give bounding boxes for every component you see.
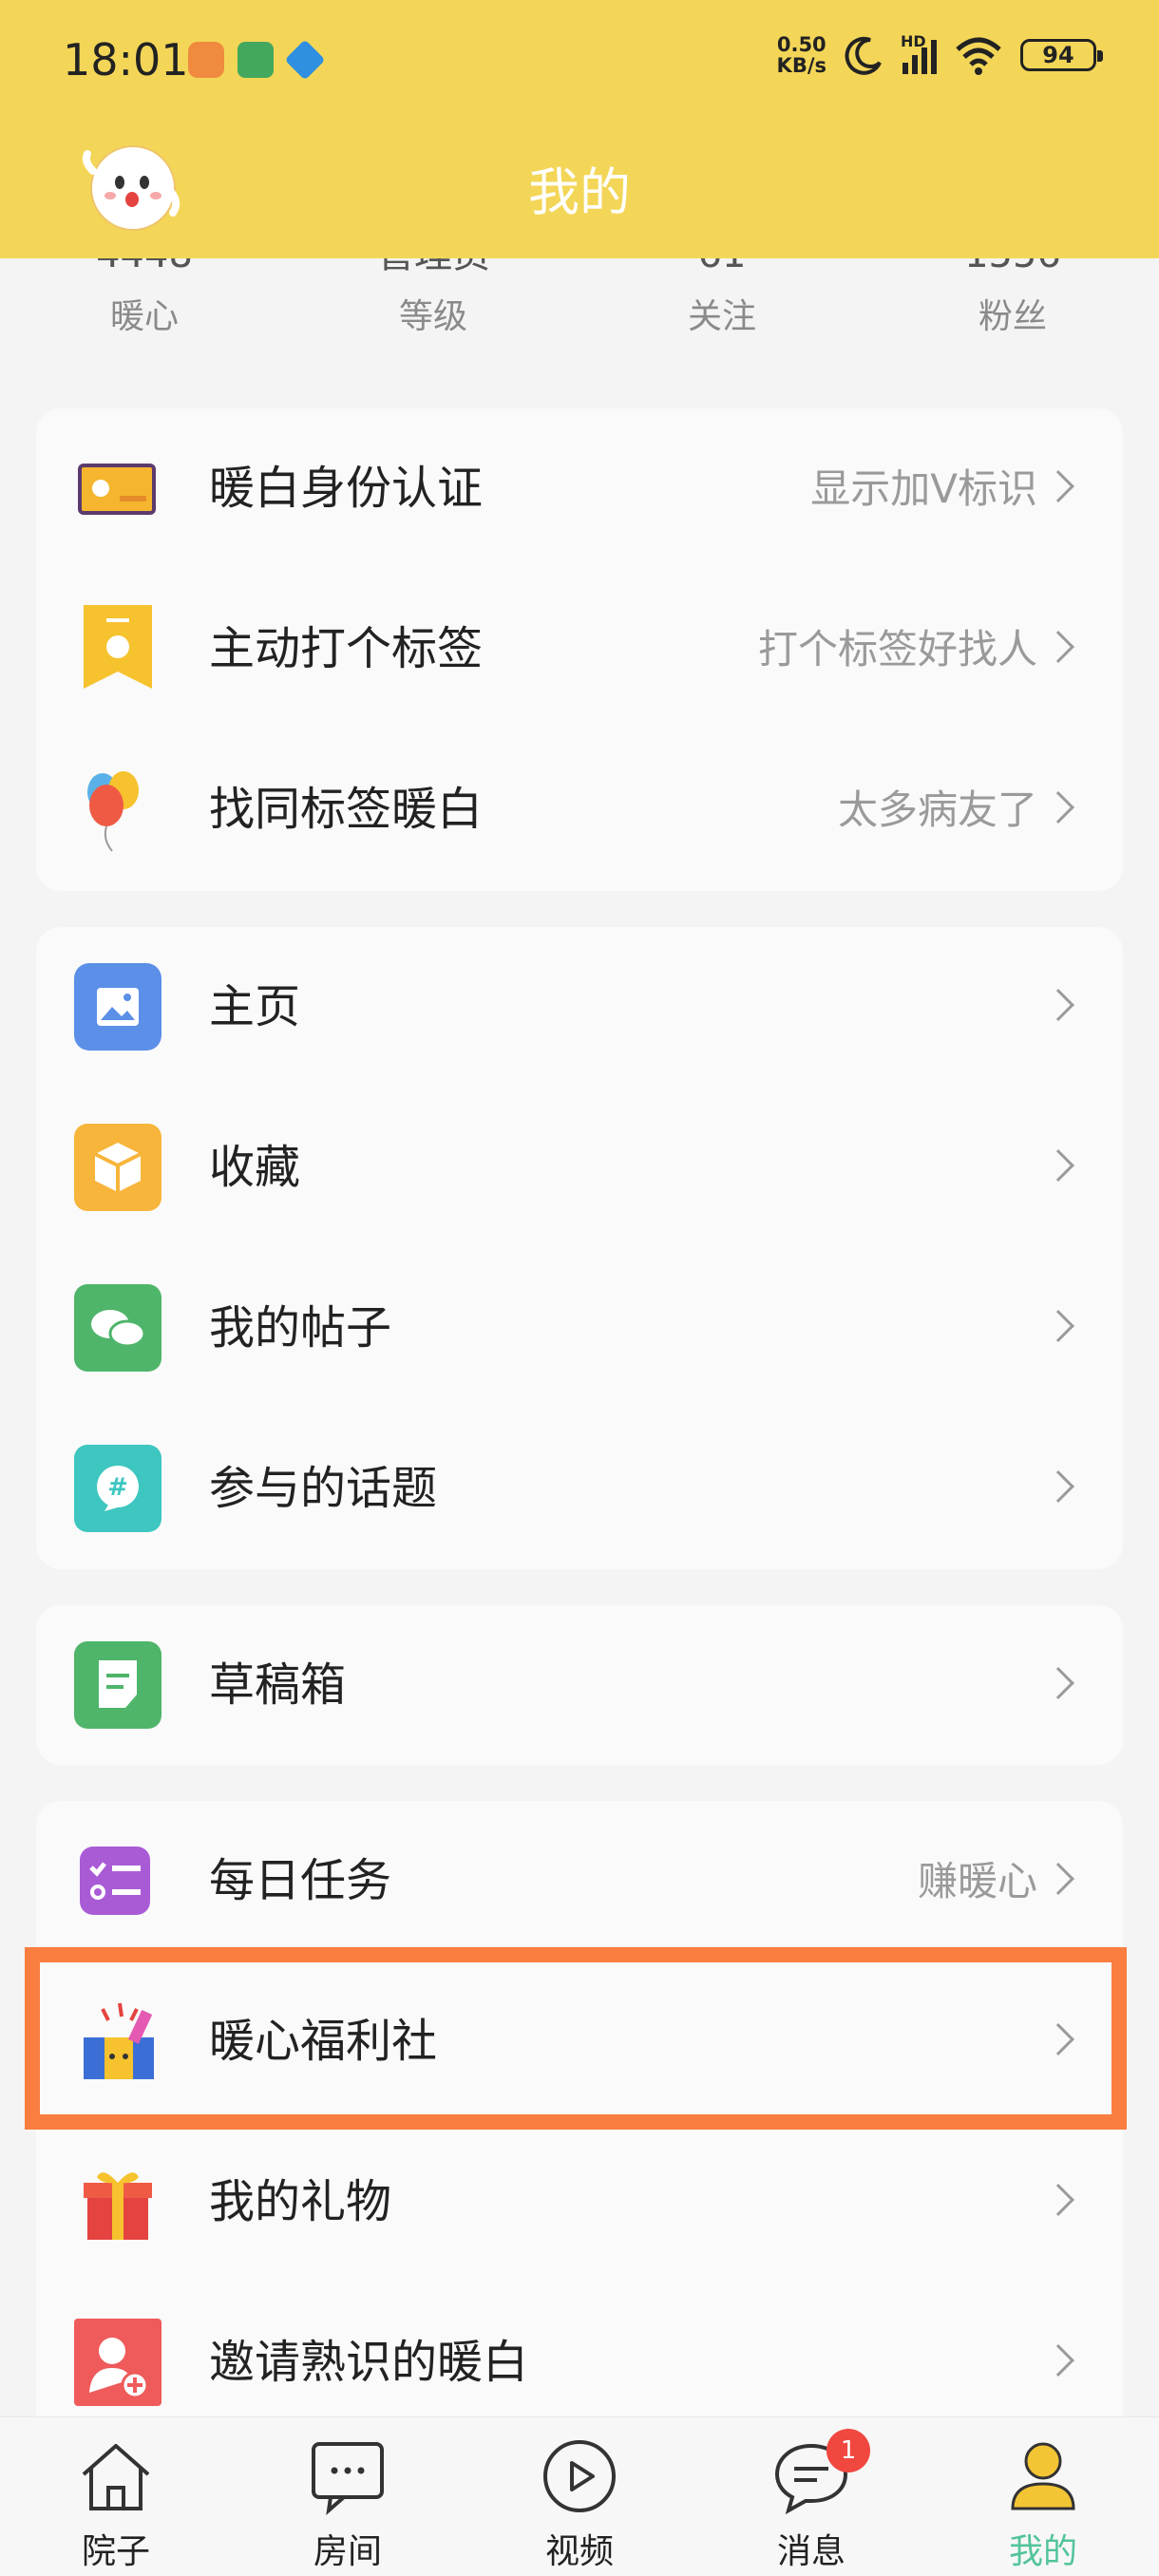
content-card: 主页 收藏 我的帖子 # 参与的话题 [36, 927, 1123, 1569]
identity-card: 暖白身份认证 显示加V标识 主动打个标签 打个标签好找人 找同标签暖白 太多病友… [36, 408, 1123, 891]
menu-item-daily-tasks[interactable]: 每日任务 赚暖心 [36, 1801, 1123, 1961]
nav-tab-messages[interactable]: 1 消息 [707, 2417, 916, 2576]
id-card-icon [78, 464, 156, 515]
stat-following[interactable]: 61 关注 [627, 245, 817, 338]
menu-item-verification[interactable]: 暖白身份认证 显示加V标识 [36, 408, 1123, 569]
nav-label: 我的 [1008, 2532, 1077, 2571]
menu-item-title: 收藏 [209, 1141, 301, 1194]
chevron-right-icon [1042, 1310, 1074, 1342]
nav-tab-yard[interactable]: 院子 [11, 2417, 220, 2576]
menu-item-welfare[interactable]: 暖心福利社 [36, 1961, 1123, 2122]
status-right: 0.50 KB/s HD 94 [777, 32, 1103, 76]
home-icon [82, 2444, 150, 2510]
stat-warmth[interactable]: 4448 暖心 [49, 245, 239, 338]
menu-item-topics[interactable]: # 参与的话题 [36, 1409, 1123, 1569]
stat-label: 粉丝 [978, 297, 1047, 336]
gift-box-icon [84, 2002, 154, 2079]
stat-level[interactable]: 管理员 等级 [338, 245, 528, 338]
chevron-right-icon [1042, 1470, 1074, 1503]
chevron-right-icon [1042, 989, 1074, 1021]
drafts-card: 草稿箱 [36, 1605, 1123, 1765]
chevron-right-icon [1042, 1667, 1074, 1699]
wifi-icon [956, 37, 1001, 75]
android-app-icon [238, 42, 274, 78]
page-title: 我的 [528, 162, 631, 222]
image-icon [74, 963, 162, 1051]
menu-item-my-posts[interactable]: 我的帖子 [36, 1248, 1123, 1409]
nav-tab-video[interactable]: 视频 [475, 2417, 684, 2576]
menu-item-title: 主动打个标签 [209, 622, 484, 675]
menu-item-find-same-tag[interactable]: 找同标签暖白 太多病友了 [36, 729, 1123, 890]
stat-label: 关注 [687, 297, 756, 336]
app-header: 18:01 0.50 KB/s HD 94 我的 [0, 0, 1159, 258]
menu-item-title: 每日任务 [209, 1854, 392, 1907]
invite-user-icon [74, 2319, 162, 2406]
nav-label: 房间 [313, 2532, 382, 2571]
menu-item-homepage[interactable]: 主页 [36, 927, 1123, 1088]
menu-item-title: 暖心福利社 [209, 2015, 438, 2068]
box-icon [74, 1124, 162, 1211]
menu-item-favorites[interactable]: 收藏 [36, 1088, 1123, 1248]
room-chat-icon [312, 2442, 384, 2516]
unread-badge: 1 [826, 2429, 870, 2472]
translate-app-icon [284, 39, 326, 81]
menu-item-drafts[interactable]: 草稿箱 [36, 1605, 1123, 1765]
menu-item-title: 暖白身份认证 [209, 462, 484, 515]
rewards-card: 每日任务 赚暖心 暖心福利社 我的礼物 邀请熟识的暖白 [36, 1801, 1123, 2447]
play-icon [543, 2440, 616, 2512]
menu-item-hint: 赚暖心 [917, 1858, 1037, 1904]
chevron-right-icon [1042, 470, 1074, 502]
chevron-right-icon [1042, 1149, 1074, 1182]
chevron-right-icon [1042, 2023, 1074, 2055]
profile-stats: 4448 暖心 管理员 等级 61 关注 1556 粉丝 [0, 245, 1159, 359]
stat-label: 等级 [398, 297, 467, 336]
tag-ribbon-icon [84, 605, 152, 689]
chevron-right-icon [1042, 2344, 1074, 2377]
nav-tab-mine[interactable]: 我的 [939, 2417, 1148, 2576]
menu-item-hint: 太多病友了 [837, 786, 1037, 833]
chevron-right-icon [1042, 791, 1074, 824]
profile-icon [1011, 2442, 1075, 2510]
chevron-right-icon [1042, 1863, 1074, 1895]
heart-app-icon [188, 42, 224, 78]
present-icon [84, 2172, 152, 2240]
notification-icons [188, 39, 326, 81]
menu-item-title: 参与的话题 [209, 1462, 438, 1515]
network-speed-unit: KB/s [776, 54, 826, 77]
nav-label: 院子 [81, 2532, 150, 2571]
nav-label: 消息 [776, 2532, 846, 2571]
signal-icon: HD [901, 32, 937, 74]
hashtag-icon: # [74, 1445, 162, 1532]
network-speed: 0.50 KB/s [777, 34, 826, 76]
menu-item-hint: 显示加V标识 [810, 465, 1037, 512]
stat-label: 暖心 [109, 297, 179, 336]
chat-bubbles-icon [74, 1284, 162, 1372]
menu-item-my-gifts[interactable]: 我的礼物 [36, 2122, 1123, 2282]
network-speed-value: 0.50 [776, 33, 826, 56]
moon-icon [845, 36, 882, 75]
status-time: 18:01 [63, 34, 189, 85]
bottom-nav: 院子 房间 视频 1 消息 我的 [0, 2416, 1159, 2576]
menu-item-title: 我的帖子 [209, 1301, 392, 1354]
task-list-icon [80, 1847, 150, 1915]
nav-tab-room[interactable]: 房间 [243, 2417, 452, 2576]
battery-indicator: 94 [1020, 39, 1103, 71]
menu-item-title: 草稿箱 [209, 1658, 347, 1712]
draft-icon [74, 1641, 162, 1729]
menu-item-title: 找同标签暖白 [209, 783, 484, 836]
menu-item-hint: 打个标签好找人 [757, 626, 1037, 672]
stat-followers[interactable]: 1556 粉丝 [918, 245, 1108, 338]
signal-label: HD [901, 32, 926, 50]
chevron-right-icon [1042, 2184, 1074, 2216]
chevron-right-icon [1042, 631, 1074, 663]
svg-text:#: # [107, 1473, 128, 1502]
nav-label: 视频 [544, 2532, 614, 2571]
status-bar: 18:01 0.50 KB/s HD 94 [0, 0, 1159, 123]
menu-item-title: 主页 [209, 980, 301, 1033]
balloons-icon [87, 771, 139, 852]
menu-item-add-tag[interactable]: 主动打个标签 打个标签好找人 [36, 569, 1123, 729]
menu-item-title: 我的礼物 [209, 2175, 392, 2228]
